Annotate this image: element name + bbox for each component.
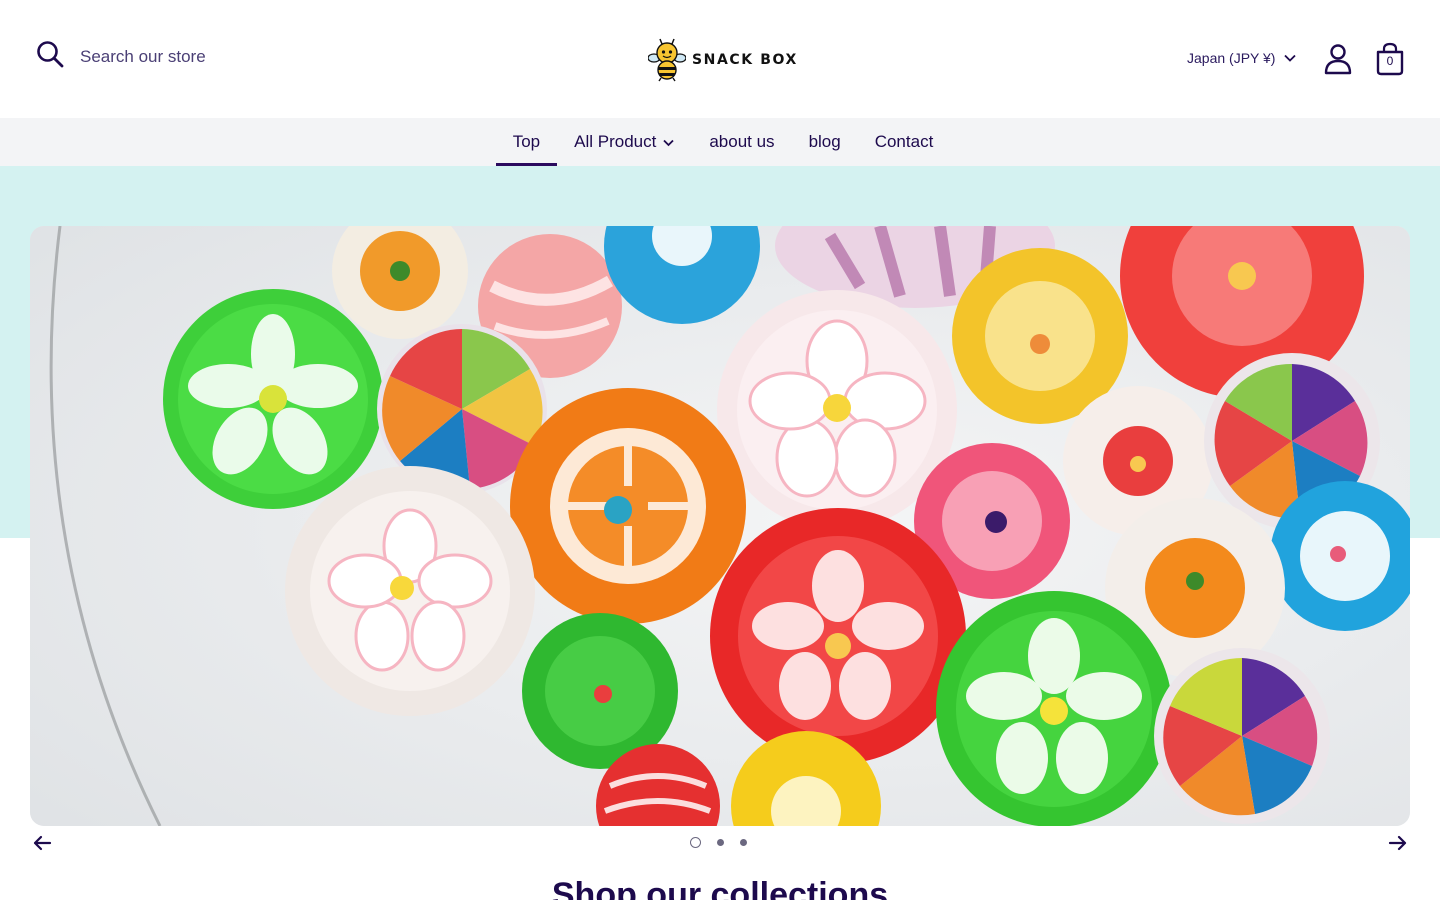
nav-item-all-product[interactable]: All Product — [557, 118, 692, 166]
candy-bowl-image — [30, 226, 1410, 826]
search-input[interactable] — [80, 46, 380, 67]
nav-item-top[interactable]: Top — [495, 118, 558, 166]
search-icon[interactable] — [36, 40, 64, 73]
nav-item-label: about us — [709, 132, 775, 151]
nav-item-label: Top — [512, 132, 541, 151]
arrow-right-icon[interactable] — [1387, 832, 1409, 854]
search-bar — [36, 40, 380, 73]
slide-dot-3[interactable] — [740, 839, 747, 846]
bee-logo-icon — [648, 38, 686, 82]
slide-pagination — [690, 837, 755, 848]
nav-item-label: Contact — [874, 132, 934, 151]
nav-item-label: All Product — [574, 132, 657, 151]
chevron-down-icon — [663, 139, 674, 146]
nav-item-label: blog — [808, 132, 841, 151]
nav-item-about-us[interactable]: about us — [692, 118, 791, 166]
cart-count: 0 — [1386, 54, 1394, 68]
slide-dot-1[interactable] — [690, 837, 701, 848]
site-logo[interactable]: SNACK BOX — [648, 38, 798, 82]
nav-item-blog[interactable]: blog — [792, 118, 858, 166]
currency-label: Japan (JPY ¥) — [1187, 50, 1276, 66]
hero-slide[interactable] — [30, 226, 1410, 826]
cart-button[interactable]: 0 — [1374, 42, 1406, 76]
main-navigation: Top All Product about us blog Contact — [0, 118, 1440, 166]
chevron-down-icon — [1284, 54, 1297, 62]
logo-text: SNACK BOX — [692, 52, 798, 68]
site-header: SNACK BOX Japan (JPY ¥) 0 — [0, 0, 1440, 118]
account-icon[interactable] — [1322, 42, 1354, 76]
currency-selector[interactable]: Japan (JPY ¥) — [1187, 50, 1297, 66]
arrow-left-icon[interactable] — [31, 832, 53, 854]
collections-title: Shop our collections — [551, 876, 889, 900]
slide-dot-2[interactable] — [717, 839, 724, 846]
nav-item-contact[interactable]: Contact — [858, 118, 951, 166]
